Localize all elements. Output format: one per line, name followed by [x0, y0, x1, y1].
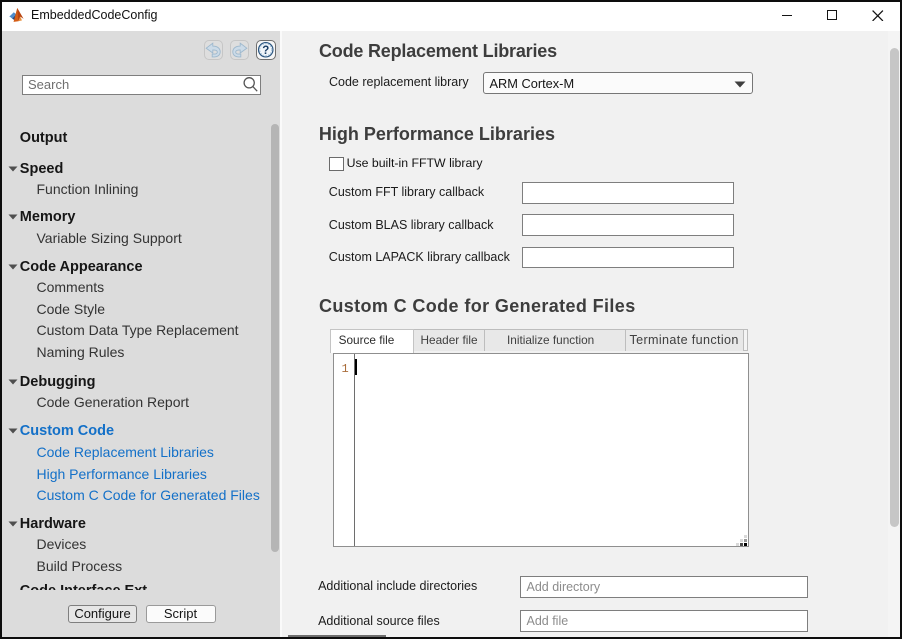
svg-text:?: ? — [262, 45, 269, 57]
